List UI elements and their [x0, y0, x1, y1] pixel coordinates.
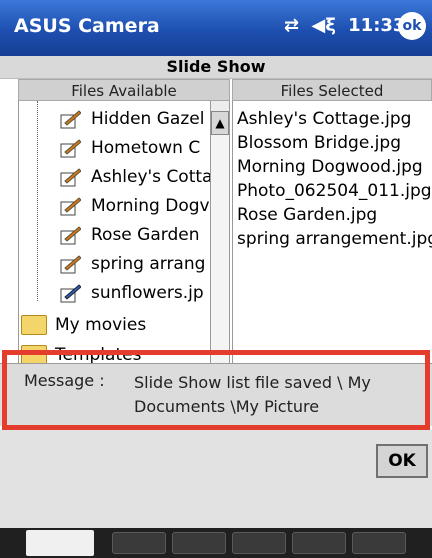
taskbar — [0, 528, 432, 558]
list-item[interactable]: Photo_062504_011.jpg — [237, 179, 432, 203]
document-icon — [59, 254, 82, 274]
app-title: ASUS Camera — [14, 15, 160, 37]
list-item[interactable]: sunflowers.jp — [19, 279, 204, 307]
list-item[interactable]: Ashley's Cotta — [19, 163, 212, 191]
document-icon — [59, 167, 82, 187]
folder-item-templates[interactable]: Templates — [21, 341, 141, 363]
files-available-list[interactable]: Hidden Gazel Hometown C Ashley's Cotta M… — [18, 101, 231, 363]
folder-icon — [21, 315, 47, 335]
thumbnail-image[interactable] — [26, 530, 94, 556]
list-item[interactable]: Ashley's Cottage.jpg — [237, 107, 411, 131]
scroll-track[interactable] — [211, 135, 229, 363]
list-item[interactable]: Rose Garden — [19, 221, 199, 249]
files-available-header: Files Available — [18, 79, 230, 101]
message-bar: Message : Slide Show list file saved \ M… — [0, 363, 432, 426]
ok-button[interactable]: OK — [376, 444, 428, 478]
list-item[interactable]: Hometown C — [19, 134, 200, 162]
list-item[interactable]: Morning Dogv — [19, 192, 210, 220]
files-available-scrollbar[interactable]: ▲ — [210, 101, 230, 363]
list-item[interactable]: Morning Dogwood.jpg — [237, 155, 423, 179]
list-item[interactable]: spring arrangement.jpg — [237, 227, 432, 251]
volume-icon[interactable]: ◀ξ — [311, 15, 335, 36]
files-selected-header: Files Selected — [232, 79, 432, 101]
folder-item-my-movies[interactable]: My movies — [21, 311, 146, 339]
files-selected-list[interactable]: Ashley's Cottage.jpg Blossom Bridge.jpg … — [232, 101, 432, 363]
clock[interactable]: 11:33 — [348, 15, 405, 36]
taskbar-button[interactable] — [292, 532, 346, 554]
scroll-up-arrow-icon[interactable]: ▲ — [211, 111, 229, 135]
taskbar-button[interactable] — [232, 532, 286, 554]
sync-icon[interactable]: ⇄ — [284, 15, 299, 36]
message-label: Message : — [24, 371, 105, 390]
ok-circle-button[interactable]: ok — [398, 12, 426, 40]
message-text: Slide Show list file saved \ My Document… — [134, 373, 371, 416]
status-area: ⇄ ◀ξ 11:33 — [284, 15, 411, 36]
document-icon — [59, 283, 82, 303]
taskbar-button[interactable] — [172, 532, 226, 554]
title-bar: ASUS Camera ⇄ ◀ξ 11:33 ok — [0, 0, 432, 56]
list-item[interactable]: spring arrang — [19, 250, 205, 278]
folder-icon — [21, 345, 47, 363]
document-icon — [59, 196, 82, 216]
document-icon — [59, 109, 82, 129]
taskbar-button[interactable] — [112, 532, 166, 554]
document-icon — [59, 138, 82, 158]
list-item[interactable]: Hidden Gazel — [19, 105, 204, 133]
taskbar-button[interactable] — [352, 532, 406, 554]
dialog-title: Slide Show — [0, 56, 432, 79]
list-item[interactable]: Rose Garden.jpg — [237, 203, 377, 227]
document-icon — [59, 225, 82, 245]
list-item[interactable]: Blossom Bridge.jpg — [237, 131, 401, 155]
dialog-footer — [0, 430, 432, 528]
